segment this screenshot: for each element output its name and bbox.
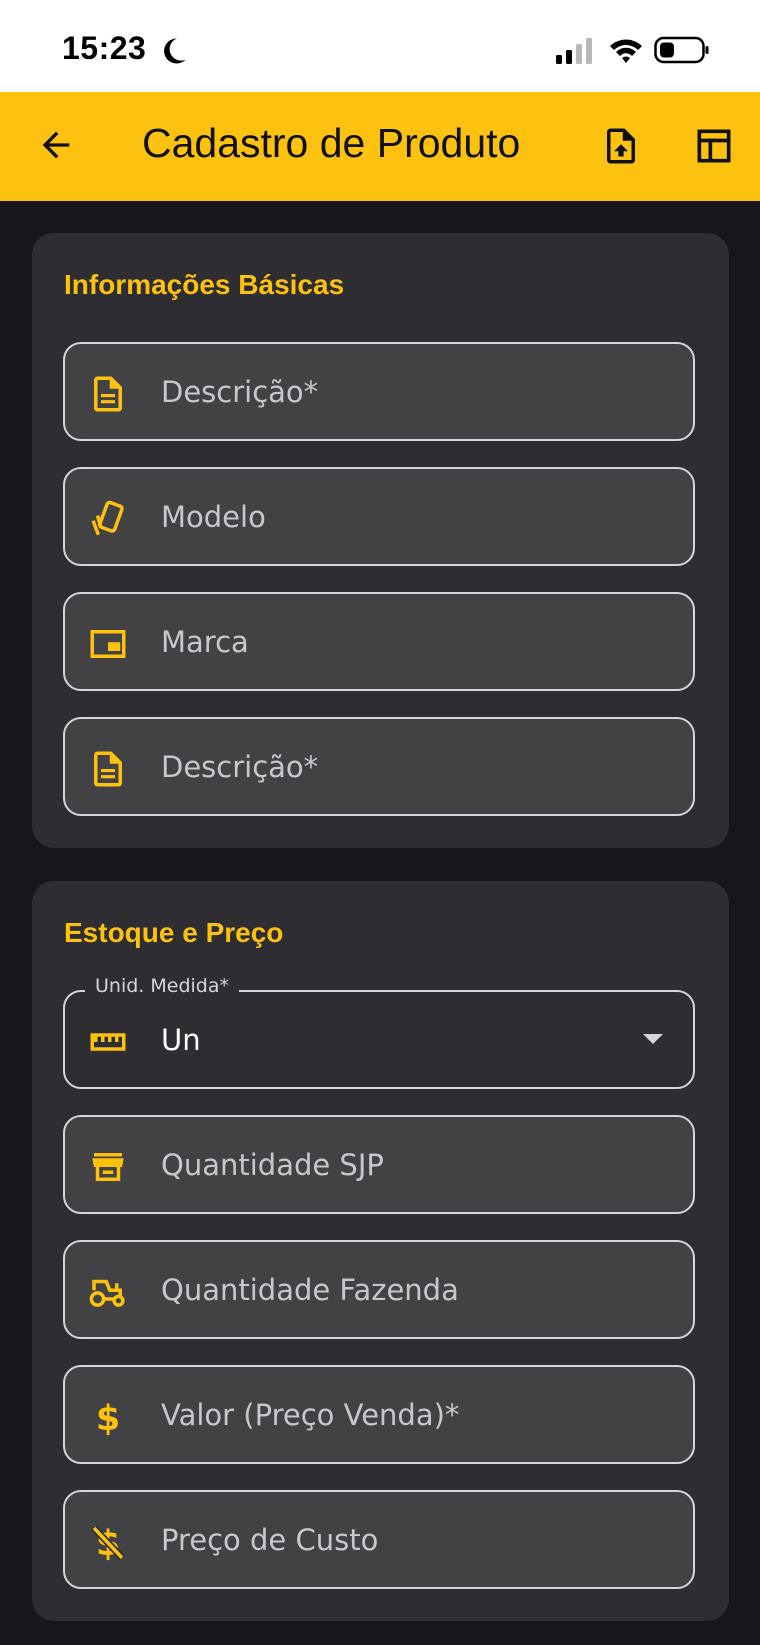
status-bar: 15:23: [0, 0, 760, 92]
storefront-icon: [92, 1153, 124, 1181]
basic-info-card: Informações Básicas Descrição* Modelo Ma…: [32, 233, 729, 848]
app-bar: Cadastro de Produto: [0, 92, 760, 201]
stock-price-title: Estoque e Preço: [64, 917, 284, 948]
basic-info-title: Informações Básicas: [64, 269, 345, 300]
description-2-placeholder: Descrição*: [161, 750, 319, 784]
brand-field[interactable]: Marca: [63, 592, 695, 691]
dollar-icon: $: [96, 1399, 120, 1438]
brand-placeholder: Marca: [161, 625, 249, 659]
money-off-icon: $: [91, 1524, 125, 1563]
battery-icon: [654, 36, 709, 64]
table-layout-icon[interactable]: [692, 124, 736, 168]
model-field[interactable]: Modelo: [63, 467, 695, 566]
wifi-icon: [610, 39, 642, 63]
description-field[interactable]: Descrição*: [63, 342, 695, 441]
unit-value: Un: [161, 1023, 201, 1057]
description-placeholder: Descrição*: [161, 375, 319, 409]
sale-price-placeholder: Valor (Preço Venda)*: [161, 1398, 460, 1432]
stock-price-card: Estoque e Preço Unid. Medida* Un Quantid…: [32, 881, 729, 1621]
signal-icon: [556, 38, 592, 64]
quantity-farm-field[interactable]: Quantidade Fazenda: [63, 1240, 695, 1339]
unit-select[interactable]: Unid. Medida* Un: [63, 975, 695, 1089]
document-icon: [94, 376, 122, 412]
cost-price-placeholder: Preço de Custo: [161, 1523, 379, 1557]
model-placeholder: Modelo: [161, 500, 266, 534]
cost-price-field[interactable]: $ Preço de Custo: [63, 1490, 695, 1589]
picture-in-picture-icon: [90, 630, 126, 658]
description-field-2[interactable]: Descrição*: [63, 717, 695, 816]
file-upload-icon[interactable]: [600, 124, 642, 168]
unit-label: Unid. Medida*: [85, 975, 239, 997]
style-cards-icon: [91, 500, 124, 536]
document-icon: [94, 751, 122, 787]
quantity-sjp-placeholder: Quantidade SJP: [161, 1148, 384, 1182]
sale-price-field[interactable]: $ Valor (Preço Venda)*: [63, 1365, 695, 1464]
moon-icon: [164, 38, 186, 64]
back-arrow-icon[interactable]: [36, 125, 76, 165]
tractor-icon: [89, 1279, 125, 1307]
status-time: 15:23: [62, 30, 147, 66]
quantity-sjp-field[interactable]: Quantidade SJP: [63, 1115, 695, 1214]
svg-text:$: $: [96, 1399, 120, 1438]
chevron-down-icon[interactable]: [643, 1034, 663, 1044]
ruler-icon: [90, 1033, 126, 1051]
page-title: Cadastro de Produto: [142, 120, 521, 166]
quantity-farm-placeholder: Quantidade Fazenda: [161, 1273, 459, 1307]
